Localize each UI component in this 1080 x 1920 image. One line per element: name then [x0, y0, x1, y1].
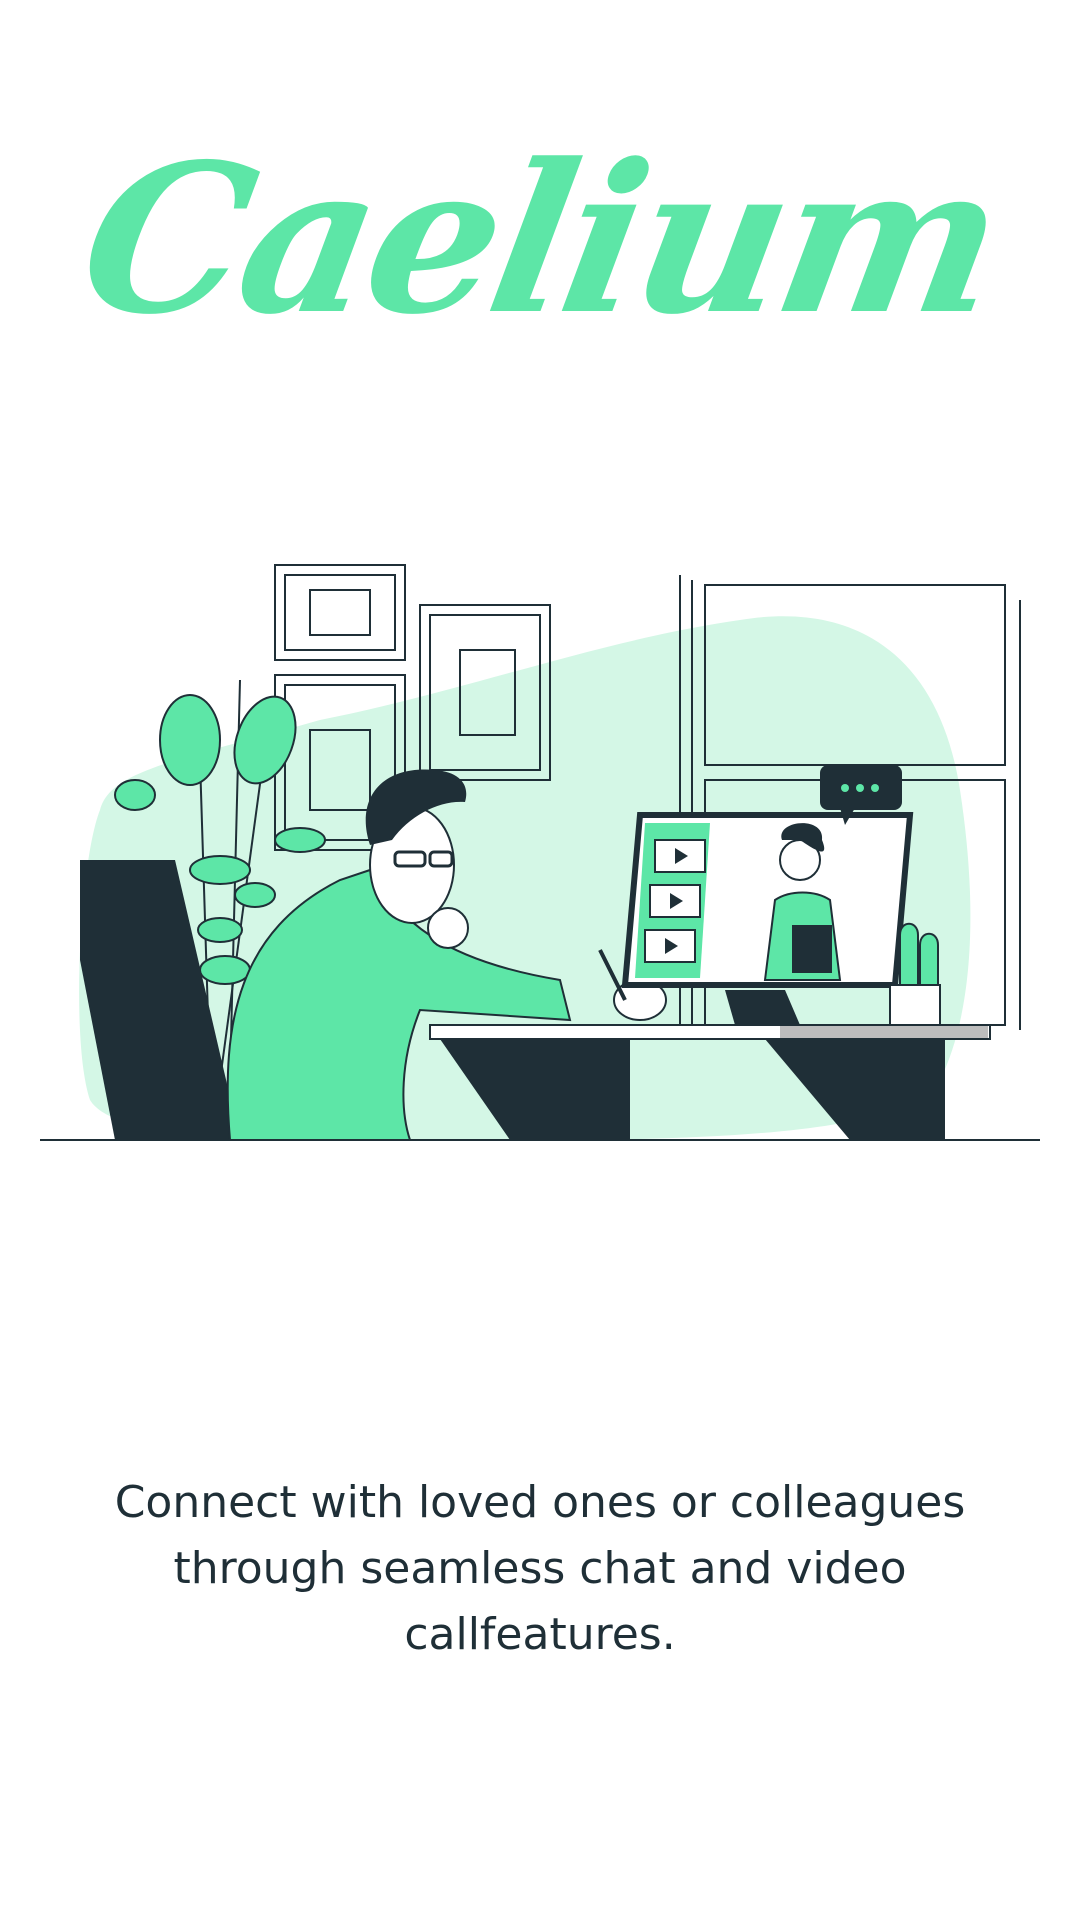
video-call-illustration	[40, 540, 1040, 1180]
onboarding-tagline: Connect with loved ones or colleagues th…	[114, 1477, 966, 1660]
app-logo: Caelium	[65, 120, 1015, 360]
onboarding-screen: Caelium Connect with loved ones or colle…	[0, 0, 1080, 1920]
